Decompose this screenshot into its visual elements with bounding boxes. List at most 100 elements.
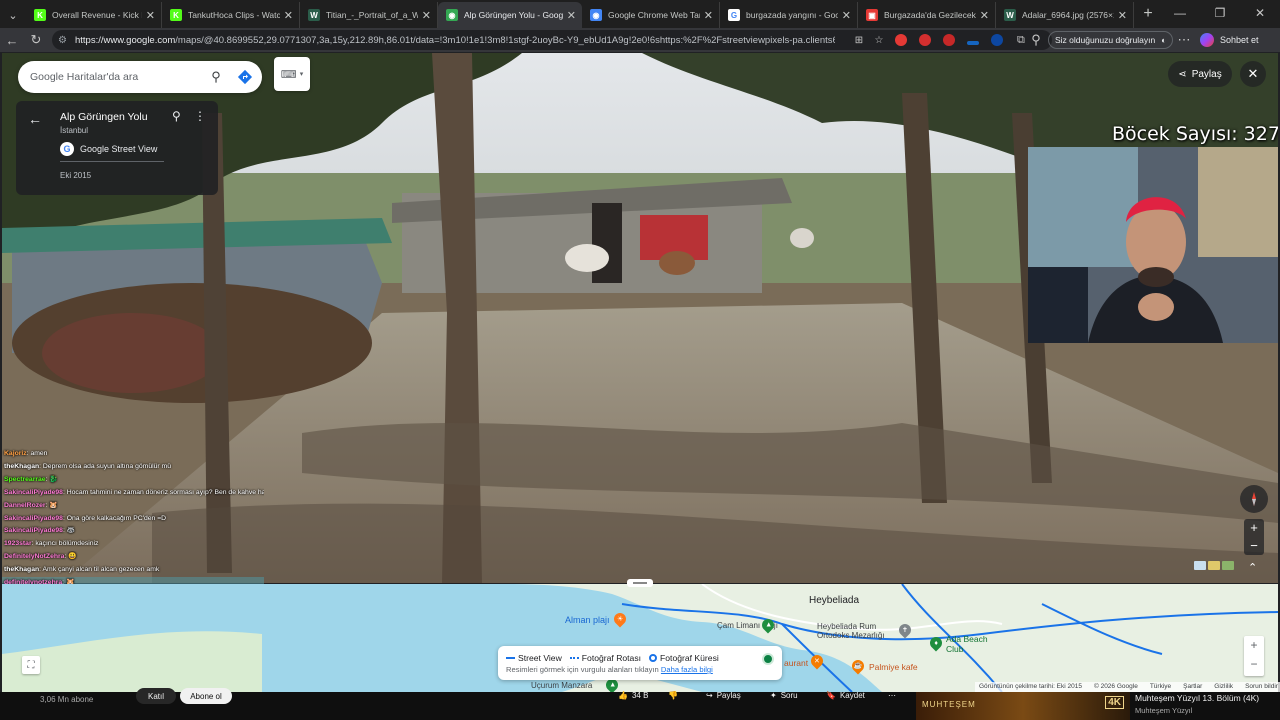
promo-channel[interactable]: Muhteşem Yüzyıl [1135,706,1192,715]
directions-icon[interactable] [228,69,262,85]
tab-close-icon[interactable]: ✕ [704,9,713,22]
chrome-menu-icon[interactable]: ⋯ [1172,32,1196,48]
browser-tab[interactable]: K TankutHoca Clips - Watch L ✕ [162,2,300,28]
tab-title: TankutHoca Clips - Watch L [188,10,280,20]
more-vert-icon[interactable]: ⋮ [194,109,206,123]
attribution-item[interactable]: Şartlar [1183,683,1202,691]
restore-icon[interactable]: ❐ [1200,0,1240,28]
extension-icon-1[interactable] [889,28,913,52]
chat-username[interactable]: SakincaliPiyade98 [4,527,63,534]
close-street-view-button[interactable]: ✕ [1240,61,1266,87]
chat-message: Spectrearrae: 🐉 [2,474,264,487]
map-label-restaurant[interactable]: aurant [784,658,808,668]
map-resize-handle[interactable] [627,579,653,587]
map-label-ucurum[interactable]: Uçurum Manzara [531,681,592,690]
more-actions-icon[interactable]: ⋯ [888,688,896,702]
tab-close-icon[interactable]: ✕ [567,9,576,22]
site-info-icon[interactable]: ⚙ [58,35,67,46]
share-button[interactable]: ⋖ Paylaş [1168,61,1232,87]
browser-tab[interactable]: K Overall Revenue - Kick Dash ✕ [26,2,162,28]
map-label-heybeliada[interactable]: Heybeliada [809,595,859,606]
chat-username[interactable]: Spectrearrae [4,476,46,483]
minimize-icon[interactable]: — [1160,0,1200,28]
terrain-thumbnail[interactable] [1222,561,1234,570]
chat-username[interactable]: theKhagan [4,463,39,470]
promo-title[interactable]: Muhteşem Yüzyıl 13. Bölüm (4K) [1135,693,1259,703]
chat-username[interactable]: DefinitelyNotZehra [4,553,64,560]
tab-close-icon[interactable]: ✕ [422,9,431,22]
attribution-item[interactable]: Türkiye [1150,683,1171,691]
tab-search-settings-icon[interactable]: ⚲ [1024,32,1048,48]
attribution-item[interactable]: Görüntünün çekilme tarihi: Eki 2015 [979,683,1082,691]
browser-tab[interactable]: ◉ Alp Görüngen Yolu - Google ✕ [438,2,582,28]
tab-close-icon[interactable]: ✕ [284,9,293,22]
share-video-button[interactable]: ↪ Paylaş [706,688,741,702]
attribution-item[interactable]: Sorun bildir [1245,683,1278,691]
map-fullscreen-icon[interactable]: ⛶ [22,656,40,674]
reload-icon[interactable]: ↻ [24,32,48,48]
attribution-item[interactable]: © 2026 Google [1094,683,1138,691]
chat-username[interactable]: SakincaliPiyade98 [4,489,63,496]
browser-tab[interactable]: Gburgazada yangını - Google ✕ [720,2,858,28]
extension-icon-2[interactable] [913,28,937,52]
subscribe-button[interactable]: Abone ol [180,688,232,704]
keyboard-shortcuts-button[interactable]: ⌨ ▾ [274,57,310,91]
map-pin-icon[interactable]: ⚲ [172,109,181,123]
tab-search-icon[interactable]: ⌄ [0,2,26,28]
compass-icon[interactable] [1240,485,1268,513]
promo-thumbnail[interactable]: MUHTEŞEM 4K [916,692,1130,720]
extension-icon-4[interactable] [961,28,985,52]
map-label-alman-plaji[interactable]: Alman plajı [565,615,610,625]
zoom-in-icon[interactable]: + [1244,519,1264,537]
search-input[interactable]: Google Haritalar'da ara [30,71,204,83]
tab-close-icon[interactable]: ✕ [146,9,155,22]
chat-username[interactable]: DannelRozer [4,502,46,509]
map-zoom-out-icon[interactable]: − [1244,655,1264,674]
tab-close-icon[interactable]: ✕ [842,9,851,22]
chat-username[interactable]: theKhagan [4,566,39,573]
capture-date[interactable]: Eki 2015 [60,171,91,180]
address-bar[interactable]: ⚙ https://www.google.com/maps/@40.869955… [52,30,1052,50]
expand-up-icon[interactable]: ⌃ [1248,561,1257,574]
layer-thumbnails[interactable] [1194,561,1234,570]
chat-username[interactable]: Kajoriz [4,450,27,457]
satellite-thumbnail[interactable] [1208,561,1220,570]
browser-tab[interactable]: W Titian_-_Portrait_of_a_Wom ✕ [300,2,438,28]
map-zoom-in-icon[interactable]: + [1244,636,1264,655]
back-arrow-icon[interactable]: ← [28,111,42,127]
maps-search-box[interactable]: Google Haritalar'da ara ⚲ [18,61,262,93]
extension-icon-5[interactable] [985,28,1009,52]
like-button[interactable]: 👍 34 B [618,688,648,702]
map-label-palmiye[interactable]: Palmiye kafe [869,662,918,672]
map-label-rum-mezarligi[interactable]: Heybeliada Rum Ortodoks Mezarlığı [817,622,897,640]
learn-more-link[interactable]: Daha fazla bilgi [661,665,713,674]
url-text[interactable]: https://www.google.com/maps/@40.8699552,… [75,35,835,46]
tab-title: Burgazada'da Gezilecek Yerl [884,10,976,20]
street-view-layer-toggle[interactable] [762,653,774,665]
browser-tab[interactable]: ◉ Google Chrome Web Tarayıc ✕ [582,2,720,28]
install-app-icon[interactable]: ⊞ [849,30,869,50]
map-thumbnail[interactable] [1194,561,1206,570]
chat-username[interactable]: SakincaliPiyade98 [4,515,63,522]
map-zoom-control: + − [1244,636,1264,676]
browser-tab[interactable]: ▣ Burgazada'da Gezilecek Yerl ✕ [858,2,996,28]
verify-identity-button[interactable]: Siz olduğunuzu doğrulayın ◐ [1048,31,1174,49]
tab-close-icon[interactable]: ✕ [1118,9,1127,22]
browser-tab[interactable]: W Adalar_6964.jpg (2576×1932) ✕ [996,2,1134,28]
ask-button[interactable]: ✦ Soru [770,688,798,702]
chat-username[interactable]: 1923star [4,540,32,547]
new-tab-button[interactable]: + [1134,2,1162,28]
map-label-ada-beach[interactable]: Ada Beach Club [946,634,996,654]
attribution-item[interactable]: Gizlilik [1214,683,1233,691]
gemini-chat-button[interactable]: Sohbet et [1200,31,1259,49]
bookmark-star-icon[interactable]: ☆ [869,30,889,50]
extension-icon-3[interactable] [937,28,961,52]
tab-close-icon[interactable]: ✕ [980,9,989,22]
save-button[interactable]: 🔖 Kaydet [826,688,865,702]
join-button[interactable]: Katıl [136,688,176,704]
dislike-icon[interactable]: 👎 [668,688,678,702]
zoom-out-icon[interactable]: − [1244,537,1264,555]
search-icon[interactable]: ⚲ [204,69,228,85]
back-arrow-icon[interactable]: ← [0,33,24,48]
close-window-icon[interactable]: ✕ [1240,0,1280,28]
